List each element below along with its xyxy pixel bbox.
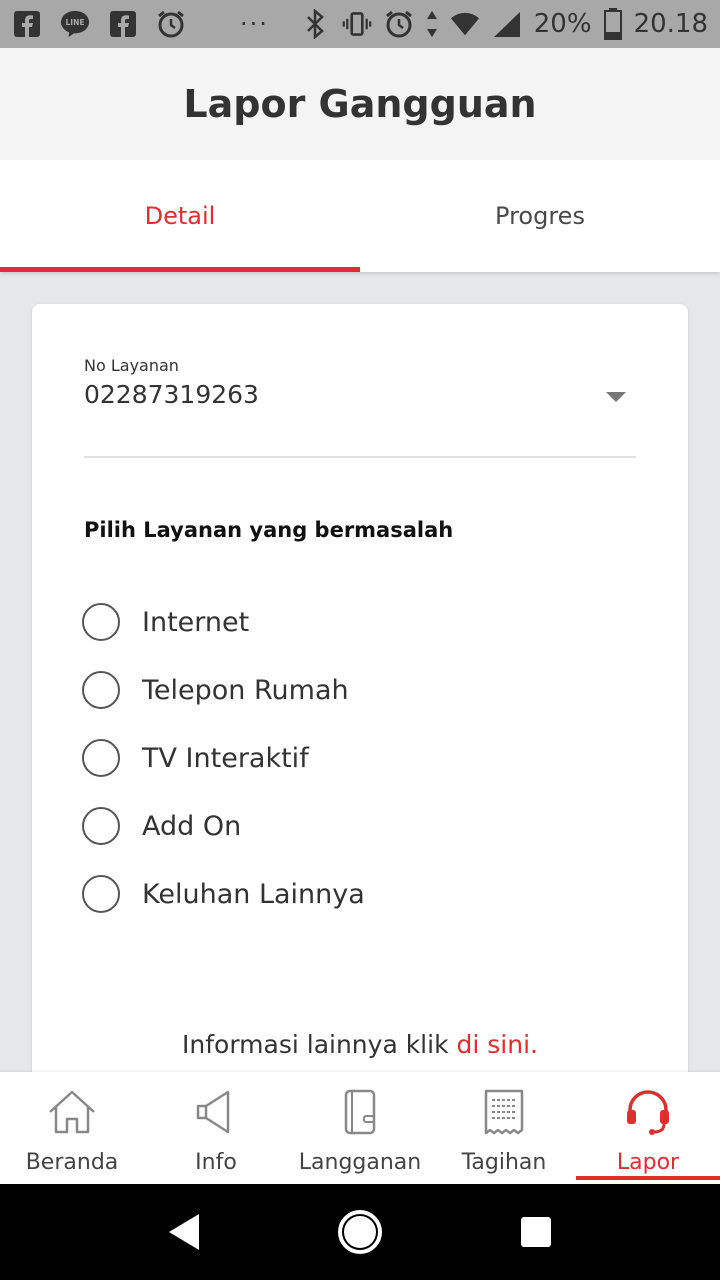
radio-label: Keluhan Lainnya (142, 878, 365, 910)
recents-icon[interactable] (520, 1217, 551, 1247)
alarm-icon (156, 9, 186, 39)
nav-label: Info (195, 1150, 237, 1175)
radio-option-add-on[interactable]: Add On (82, 792, 365, 860)
headset-icon (622, 1088, 674, 1140)
receipt-icon (478, 1088, 530, 1140)
radio-option-telepon-rumah[interactable]: Telepon Rumah (82, 656, 365, 724)
clock: 20.18 (633, 9, 708, 39)
tab-detail-label: Detail (144, 202, 216, 230)
app-bar: Lapor Gangguan (0, 48, 720, 160)
back-icon[interactable] (169, 1214, 200, 1250)
battery-percent: 20% (533, 9, 592, 39)
nav-item-langganan[interactable]: Langganan (288, 1072, 432, 1184)
dropdown-arrow-icon[interactable] (606, 392, 626, 402)
nav-item-tagihan[interactable]: Tagihan (432, 1072, 576, 1184)
home-icon (46, 1088, 98, 1140)
vibrate-icon (342, 9, 372, 39)
tab-progres-label: Progres (495, 202, 585, 230)
svg-text:LINE: LINE (66, 18, 85, 27)
info-link[interactable]: di sini. (457, 1030, 538, 1059)
system-navigation-bar (0, 1184, 720, 1280)
info-line: Informasi lainnya klik di sini. (32, 1030, 688, 1059)
section-title: Pilih Layanan yang bermasalah (84, 518, 454, 542)
bluetooth-icon (300, 9, 330, 39)
nav-label: Lapor (616, 1150, 680, 1175)
facebook-icon (108, 9, 138, 39)
radio-label: TV Interaktif (142, 742, 309, 774)
radio-option-keluhan-lainnya[interactable]: Keluhan Lainnya (82, 860, 365, 928)
tab-detail[interactable]: Detail (0, 160, 360, 272)
nav-label: Tagihan (461, 1150, 547, 1175)
nav-item-beranda[interactable]: Beranda (0, 1072, 144, 1184)
line-icon: LINE (60, 9, 90, 39)
wallet-icon (334, 1088, 386, 1140)
radio-label: Add On (142, 810, 242, 842)
megaphone-icon (190, 1088, 242, 1140)
radio-button[interactable] (82, 875, 120, 913)
tab-progres[interactable]: Progres (360, 160, 720, 272)
wifi-icon (450, 9, 480, 39)
radio-button[interactable] (82, 671, 120, 709)
home-button-inner (343, 1216, 376, 1248)
service-radio-group: Internet Telepon Rumah TV Interaktif Add… (82, 588, 365, 928)
field-divider (84, 456, 636, 458)
bottom-navigation: Beranda Info Langganan Tagihan Lapor (0, 1072, 720, 1184)
signal-icon (492, 9, 522, 39)
nav-label: Beranda (25, 1150, 119, 1175)
info-text: Informasi lainnya klik (182, 1030, 457, 1059)
overflow-indicator: ··· (240, 10, 269, 38)
tab-bar: Detail Progres (0, 160, 720, 272)
status-bar: LINE ··· 20% 20.18 (0, 0, 720, 48)
data-arrows-icon (426, 9, 438, 39)
home-button-icon[interactable] (337, 1210, 382, 1254)
page-title: Lapor Gangguan (183, 82, 537, 126)
battery-icon (603, 8, 622, 40)
radio-button[interactable] (82, 603, 120, 641)
facebook-icon (12, 9, 42, 39)
radio-option-tv-interaktif[interactable]: TV Interaktif (82, 724, 365, 792)
no-layanan-label: No Layanan (84, 356, 179, 375)
radio-button[interactable] (82, 739, 120, 777)
radio-button[interactable] (82, 807, 120, 845)
report-form-card: No Layanan 02287319263 Pilih Layanan yan… (32, 304, 688, 1104)
nav-label: Langganan (298, 1150, 422, 1175)
status-right-icons: 20% 20.18 (300, 8, 708, 40)
radio-label: Telepon Rumah (142, 674, 349, 706)
radio-option-internet[interactable]: Internet (82, 588, 365, 656)
status-left-icons: LINE ··· (12, 9, 269, 39)
no-layanan-select[interactable]: 02287319263 (84, 380, 259, 409)
nav-item-lapor[interactable]: Lapor (576, 1072, 720, 1184)
nav-item-info[interactable]: Info (144, 1072, 288, 1184)
alarm-icon (384, 9, 414, 39)
radio-label: Internet (142, 606, 250, 638)
